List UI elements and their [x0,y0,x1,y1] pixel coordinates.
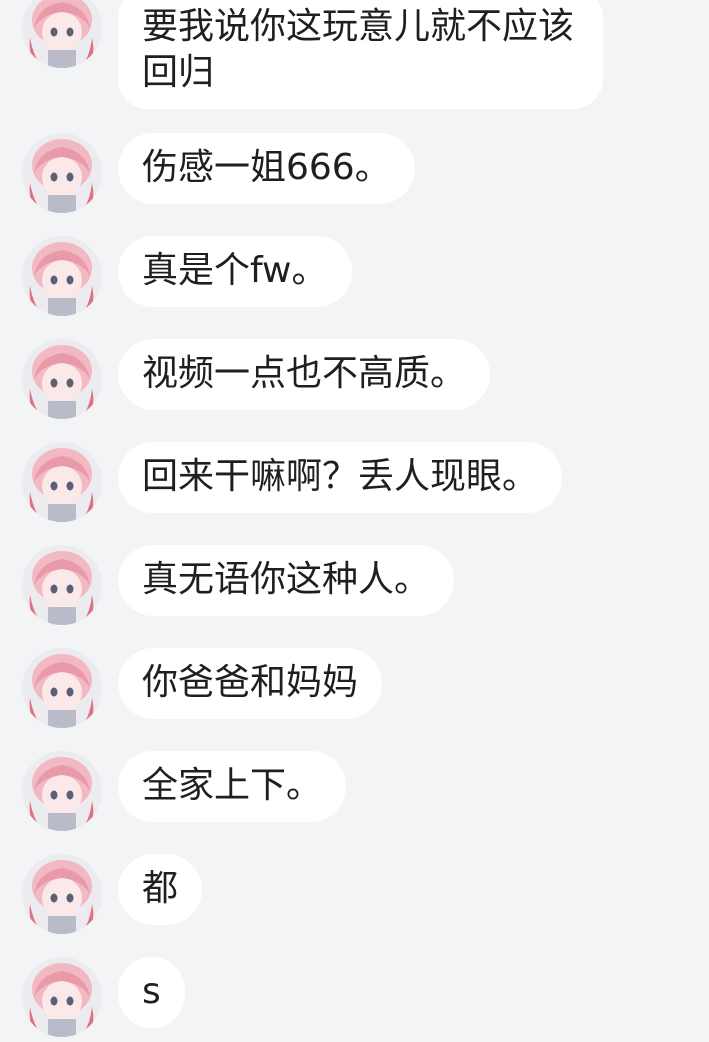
avatar[interactable] [22,339,102,419]
message-bubble[interactable]: 伤感一姐666。 [118,133,415,204]
message-bubble[interactable]: 真无语你这种人。 [118,545,455,616]
anime-avatar-icon [22,648,102,728]
avatar[interactable] [22,751,102,831]
anime-avatar-icon [22,236,102,316]
anime-avatar-icon [22,339,102,419]
anime-avatar-icon [22,133,102,213]
anime-avatar-icon [22,545,102,625]
message-bubble[interactable]: 视频一点也不高质。 [118,339,491,410]
anime-avatar-icon [22,442,102,522]
message-bubble[interactable]: 回来干嘛啊？丢人现眼。 [118,442,563,513]
chat-message-list: 要我说你这玩意儿就不应该回归 伤感一姐666。 真是个fw。 视频一点也不高质。… [0,0,709,1042]
avatar[interactable] [22,854,102,934]
avatar[interactable] [22,648,102,728]
anime-avatar-icon [22,751,102,831]
anime-avatar-icon [22,0,102,68]
avatar[interactable] [22,236,102,316]
message-bubble[interactable]: 真是个fw。 [118,236,352,307]
message-bubble[interactable]: 全家上下。 [118,751,347,822]
message-bubble[interactable]: 都 [118,854,203,925]
anime-avatar-icon [22,854,102,934]
anime-avatar-icon [22,957,102,1037]
avatar[interactable] [22,545,102,625]
message-bubble[interactable]: s [118,957,185,1028]
avatar[interactable] [22,442,102,522]
message-bubble[interactable]: 要我说你这玩意儿就不应该回归 [118,0,603,109]
message-bubble[interactable]: 你爸爸和妈妈 [118,648,383,719]
avatar[interactable] [22,133,102,213]
avatar[interactable] [22,0,102,68]
avatar[interactable] [22,957,102,1037]
